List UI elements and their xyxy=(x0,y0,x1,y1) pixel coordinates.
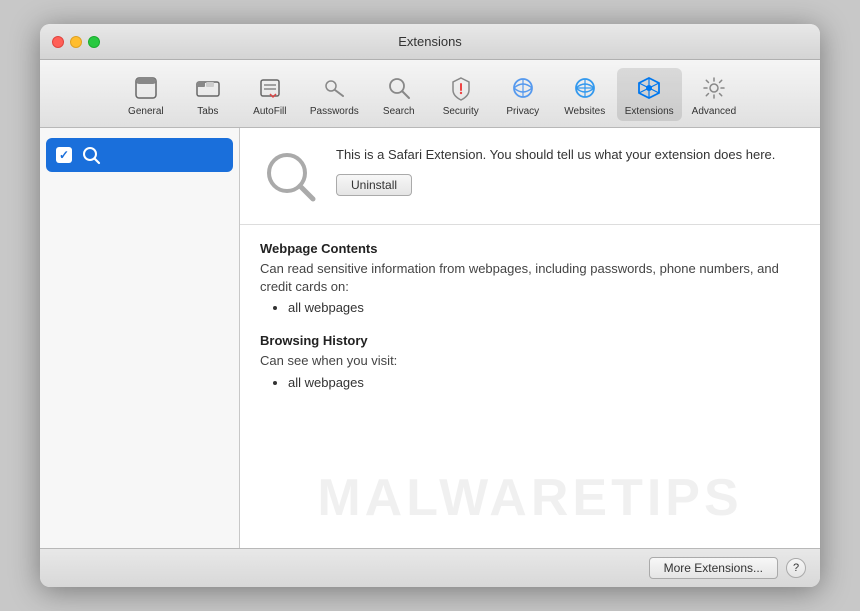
extensions-label: Extensions xyxy=(625,106,674,117)
extension-info: This is a Safari Extension. You should t… xyxy=(336,146,800,196)
tabs-icon xyxy=(192,72,224,104)
search-icon xyxy=(383,72,415,104)
toolbar-item-security[interactable]: Security xyxy=(431,68,491,121)
sidebar-item-search-ext[interactable]: ✓ xyxy=(46,138,233,172)
close-button[interactable] xyxy=(52,36,64,48)
general-label: General xyxy=(128,106,164,117)
help-button[interactable]: ? xyxy=(786,558,806,578)
extension-description: This is a Safari Extension. You should t… xyxy=(336,146,800,164)
list-item: all webpages xyxy=(288,375,800,390)
minimize-button[interactable] xyxy=(70,36,82,48)
toolbar-item-privacy[interactable]: Privacy xyxy=(493,68,553,121)
extension-header: This is a Safari Extension. You should t… xyxy=(240,128,820,225)
search-label: Search xyxy=(383,106,415,117)
autofill-icon xyxy=(254,72,286,104)
watermark: MALWARETIPS xyxy=(317,468,742,528)
extension-big-icon xyxy=(260,146,320,206)
permissions-section: Webpage Contents Can read sensitive info… xyxy=(240,225,820,548)
security-label: Security xyxy=(443,106,479,117)
toolbar-item-passwords[interactable]: Passwords xyxy=(302,68,367,121)
passwords-label: Passwords xyxy=(310,106,359,117)
toolbar-item-tabs[interactable]: Tabs xyxy=(178,68,238,121)
toolbar-item-search[interactable]: Search xyxy=(369,68,429,121)
permission-group-history: Browsing History Can see when you visit:… xyxy=(260,333,800,389)
list-item: all webpages xyxy=(288,300,800,315)
traffic-lights xyxy=(52,36,100,48)
autofill-label: AutoFill xyxy=(253,106,286,117)
general-icon xyxy=(130,72,162,104)
advanced-icon xyxy=(698,72,730,104)
window-title: Extensions xyxy=(398,34,462,49)
maximize-button[interactable] xyxy=(88,36,100,48)
toolbar-item-general[interactable]: General xyxy=(116,68,176,121)
footer: More Extensions... ? xyxy=(40,548,820,587)
sidebar-ext-icon xyxy=(80,144,102,166)
browsing-history-list: all webpages xyxy=(260,375,800,390)
webpage-contents-title: Webpage Contents xyxy=(260,241,800,256)
extensions-icon xyxy=(633,72,665,104)
permission-group-webpage: Webpage Contents Can read sensitive info… xyxy=(260,241,800,315)
privacy-label: Privacy xyxy=(506,106,539,117)
toolbar-item-advanced[interactable]: Advanced xyxy=(684,68,744,121)
titlebar: Extensions xyxy=(40,24,820,60)
more-extensions-button[interactable]: More Extensions... xyxy=(649,557,778,579)
websites-label: Websites xyxy=(564,106,605,117)
advanced-label: Advanced xyxy=(692,106,736,117)
websites-icon xyxy=(569,72,601,104)
toolbar: General Tabs AutoFill xyxy=(40,60,820,128)
tabs-label: Tabs xyxy=(197,106,218,117)
browsing-history-title: Browsing History xyxy=(260,333,800,348)
uninstall-button[interactable]: Uninstall xyxy=(336,174,412,196)
toolbar-item-websites[interactable]: Websites xyxy=(555,68,615,121)
webpage-contents-list: all webpages xyxy=(260,300,800,315)
checkmark-icon: ✓ xyxy=(59,148,69,162)
browsing-history-desc: Can see when you visit: xyxy=(260,352,800,370)
privacy-icon xyxy=(507,72,539,104)
webpage-contents-desc: Can read sensitive information from webp… xyxy=(260,260,800,296)
passwords-icon xyxy=(318,72,350,104)
toolbar-item-autofill[interactable]: AutoFill xyxy=(240,68,300,121)
sidebar: ✓ xyxy=(40,128,240,548)
main-content: ✓ This is xyxy=(40,128,820,548)
safari-preferences-window: Extensions General Tabs xyxy=(40,24,820,587)
toolbar-item-extensions[interactable]: Extensions xyxy=(617,68,682,121)
detail-panel: This is a Safari Extension. You should t… xyxy=(240,128,820,548)
security-icon xyxy=(445,72,477,104)
extension-enabled-checkbox[interactable]: ✓ xyxy=(56,147,72,163)
